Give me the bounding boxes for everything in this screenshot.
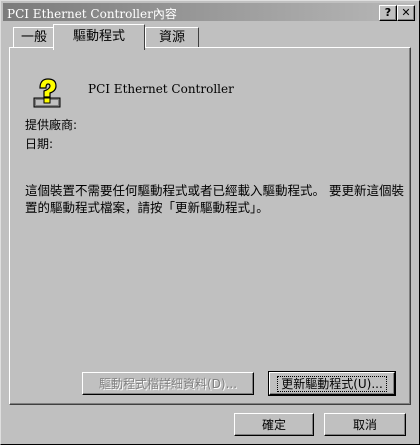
update-driver-label: 更新驅動程式(U)...: [277, 376, 387, 392]
help-button[interactable]: ?: [379, 5, 397, 21]
ok-button[interactable]: 確定: [234, 413, 314, 436]
device-name: PCI Ethernet Controller: [88, 82, 234, 96]
cancel-button[interactable]: 取消: [324, 413, 406, 436]
tab-general[interactable]: 一般: [13, 27, 55, 48]
provider-label: 提供廠商:: [25, 118, 78, 132]
date-label: 日期:: [25, 137, 54, 151]
tab-resources[interactable]: 資源: [145, 27, 199, 48]
update-driver-button[interactable]: 更新驅動程式(U)...: [268, 371, 396, 396]
question-mark-device-icon: [33, 78, 61, 108]
driver-panel: PCI Ethernet Controller 提供廠商: 日期: 這個裝置不需…: [9, 47, 411, 405]
properties-dialog: PCI Ethernet Controller內容 ? ✕ 一般 驅動程式 資源…: [0, 0, 420, 445]
window-title: PCI Ethernet Controller內容: [7, 7, 177, 21]
close-button[interactable]: ✕: [397, 5, 415, 21]
driver-description: 這個裝置不需要任何驅動程式或者已經載入驅動程式。 要更新這個裝置的驅動程式檔案，…: [25, 183, 404, 215]
title-bar[interactable]: PCI Ethernet Controller內容 ? ✕: [3, 3, 417, 21]
tab-driver[interactable]: 驅動程式: [53, 24, 145, 50]
driver-details-button[interactable]: 驅動程式檔詳細資料(D)...: [82, 372, 254, 395]
